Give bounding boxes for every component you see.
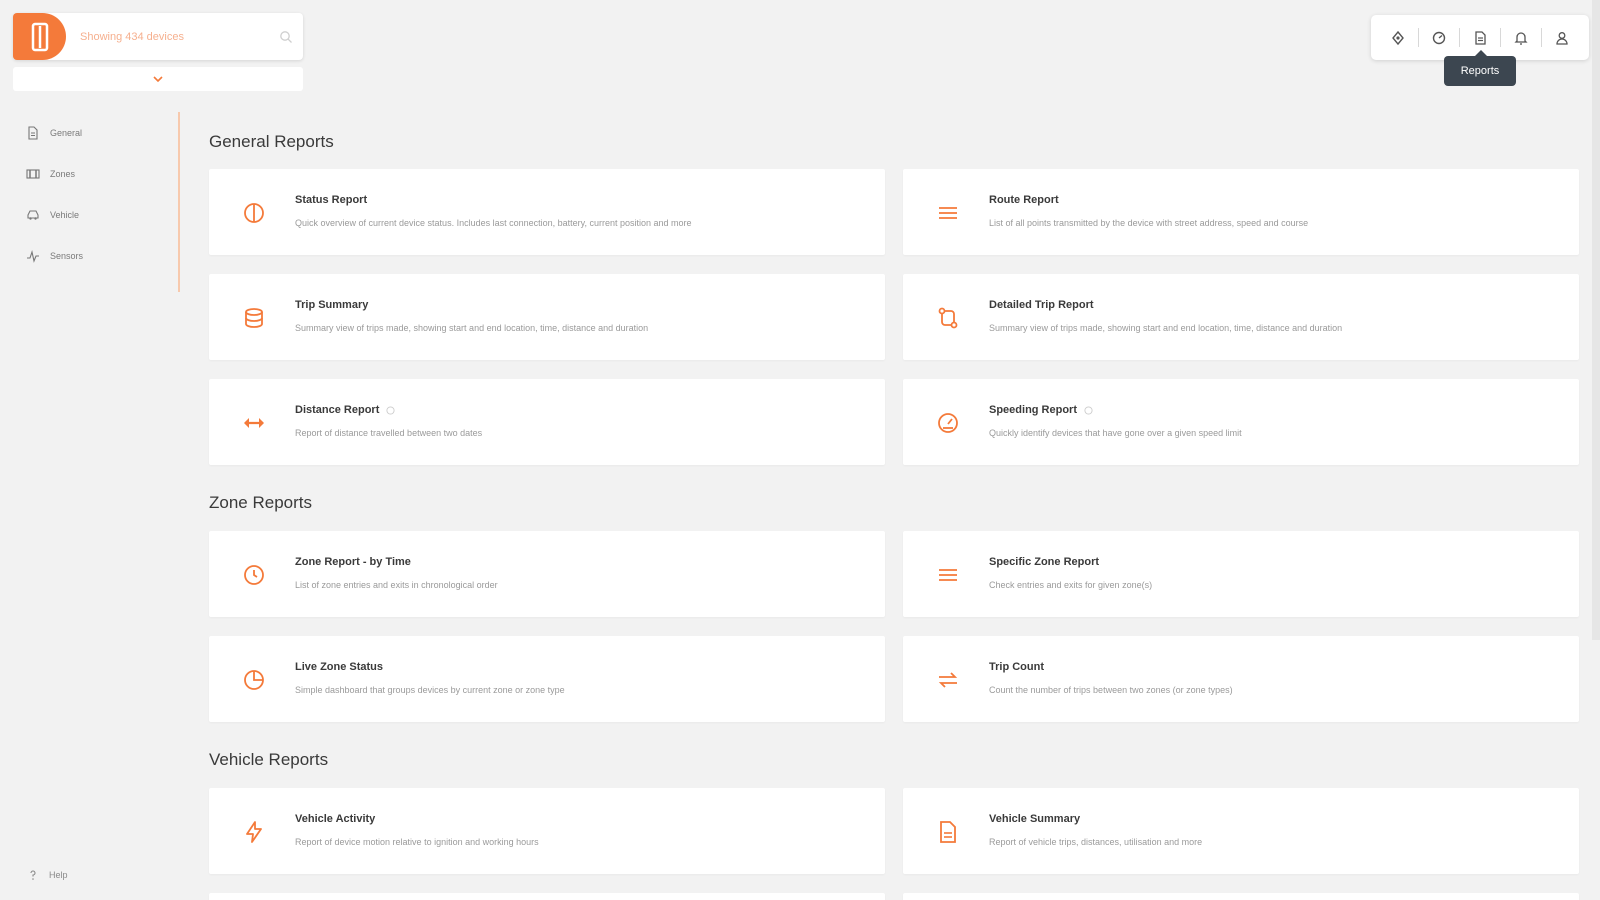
report-card-partial[interactable]	[209, 893, 885, 900]
card-title: Route Report	[989, 194, 1059, 206]
card-description: Quickly identify devices that have gone …	[989, 428, 1242, 438]
report-card-partial[interactable]	[903, 893, 1579, 900]
chevron-down-icon	[153, 76, 163, 83]
card-title-text: Detailed Trip Report	[989, 299, 1094, 311]
list-icon	[939, 207, 957, 219]
card-description: Quick overview of current device status.…	[295, 218, 692, 228]
reports-content: General Reports Status Report Quick over…	[209, 0, 1579, 900]
report-card-status[interactable]: Status Report Quick overview of current …	[209, 169, 885, 255]
card-title-text: Speeding Report	[989, 404, 1078, 416]
report-card-specific-zone[interactable]: Specific Zone Report Check entries and e…	[903, 531, 1579, 617]
section-title-vehicle: Vehicle Reports	[209, 750, 329, 769]
card-title-text: Trip Count	[989, 661, 1044, 673]
card-title-text: Specific Zone Report	[989, 556, 1100, 568]
brand-icon	[31, 22, 48, 51]
card-title-text: Vehicle Activity	[295, 813, 376, 825]
card-title-text: Distance Report	[295, 404, 380, 416]
card-title-text: Route Report	[989, 194, 1059, 206]
card-title: Trip Summary	[295, 299, 368, 311]
help-link[interactable]: Help	[27, 869, 68, 881]
sidebar-item-label: General	[50, 127, 83, 138]
status-icon	[244, 203, 264, 223]
card-title: Vehicle Activity	[295, 813, 375, 825]
report-card-vehicle-activity[interactable]: Vehicle Activity Report of device motion…	[209, 788, 885, 874]
card-description: Simple dashboard that groups devices by …	[295, 685, 565, 695]
card-description: List of all points transmitted by the de…	[989, 218, 1309, 228]
card-description: Summary view of trips made, showing star…	[989, 323, 1343, 333]
card-title: Trip Count	[989, 661, 1044, 673]
card-title: Status Report	[295, 194, 367, 206]
report-card-route[interactable]: Route Report List of all points transmit…	[903, 169, 1579, 255]
section-title-zone: Zone Reports	[209, 493, 312, 512]
report-card-speeding[interactable]: Speeding Report Quickly identify devices…	[903, 379, 1579, 465]
sidebar-item-label: Zones	[50, 168, 76, 179]
card-title: Zone Report - by Time	[295, 556, 411, 568]
sidebar-item-vehicle[interactable]: Vehicle	[0, 194, 178, 235]
sidebar-item-sensors[interactable]: Sensors	[0, 235, 178, 276]
pie-icon	[244, 670, 264, 690]
route-icon	[938, 307, 958, 329]
scrollbar[interactable]	[1592, 0, 1600, 640]
report-card-detailed-trip[interactable]: Detailed Trip Report Summary view of tri…	[903, 274, 1579, 360]
report-card-distance[interactable]: Distance Report Report of distance trave…	[209, 379, 885, 465]
file-icon	[940, 821, 956, 843]
section-title-general: General Reports	[209, 132, 334, 151]
card-description: List of zone entries and exits in chrono…	[295, 580, 498, 590]
card-title-text: Live Zone Status	[295, 661, 384, 673]
info-icon[interactable]	[386, 405, 395, 415]
card-title: Specific Zone Report	[989, 556, 1099, 568]
list-icon	[939, 569, 957, 581]
card-title: Speeding Report	[989, 404, 1093, 416]
car-icon	[27, 209, 39, 220]
card-title-text: Vehicle Summary	[989, 813, 1081, 825]
document-icon	[28, 125, 38, 140]
brand-logo	[13, 13, 66, 60]
speedometer-icon	[938, 413, 958, 433]
sidebar-item-general[interactable]: General	[0, 112, 178, 153]
info-icon[interactable]	[1084, 405, 1093, 415]
card-title-text: Zone Report - by Time	[295, 556, 411, 568]
card-description: Count the number of trips between two zo…	[989, 685, 1233, 695]
report-card-zone-by-time[interactable]: Zone Report - by Time List of zone entri…	[209, 531, 885, 617]
sensor-icon	[27, 249, 39, 263]
report-card-trip-count[interactable]: Trip Count Count the number of trips bet…	[903, 636, 1579, 722]
card-title-text: Status Report	[295, 194, 368, 206]
card-description: Check entries and exits for given zone(s…	[989, 580, 1153, 590]
help-icon	[30, 870, 36, 880]
card-title: Distance Report	[295, 404, 395, 416]
card-description: Summary view of trips made, showing star…	[295, 323, 649, 333]
trip-summary-icon	[245, 308, 263, 328]
report-card-live-zone-status[interactable]: Live Zone Status Simple dashboard that g…	[209, 636, 885, 722]
zones-icon	[26, 168, 40, 179]
card-title: Live Zone Status	[295, 661, 383, 673]
sidebar-item-label: Vehicle	[50, 209, 80, 220]
bolt-icon	[246, 821, 262, 843]
card-description: Report of vehicle trips, distances, util…	[989, 837, 1203, 847]
distance-icon	[244, 418, 264, 428]
help-label: Help	[49, 870, 68, 880]
sidebar: General Zones Vehicle Sensors	[0, 112, 180, 292]
sidebar-item-label: Sensors	[50, 250, 84, 261]
swap-icon	[938, 672, 958, 688]
report-card-trip-summary[interactable]: Trip Summary Summary view of trips made,…	[209, 274, 885, 360]
clock-icon	[244, 565, 264, 585]
sidebar-item-zones[interactable]: Zones	[0, 153, 178, 194]
card-title: Detailed Trip Report	[989, 299, 1094, 311]
card-description: Report of distance travelled between two…	[295, 428, 483, 438]
report-card-vehicle-summary[interactable]: Vehicle Summary Report of vehicle trips,…	[903, 788, 1579, 874]
card-description: Report of device motion relative to igni…	[295, 837, 539, 847]
card-title-text: Trip Summary	[295, 299, 369, 311]
card-title: Vehicle Summary	[989, 813, 1080, 825]
